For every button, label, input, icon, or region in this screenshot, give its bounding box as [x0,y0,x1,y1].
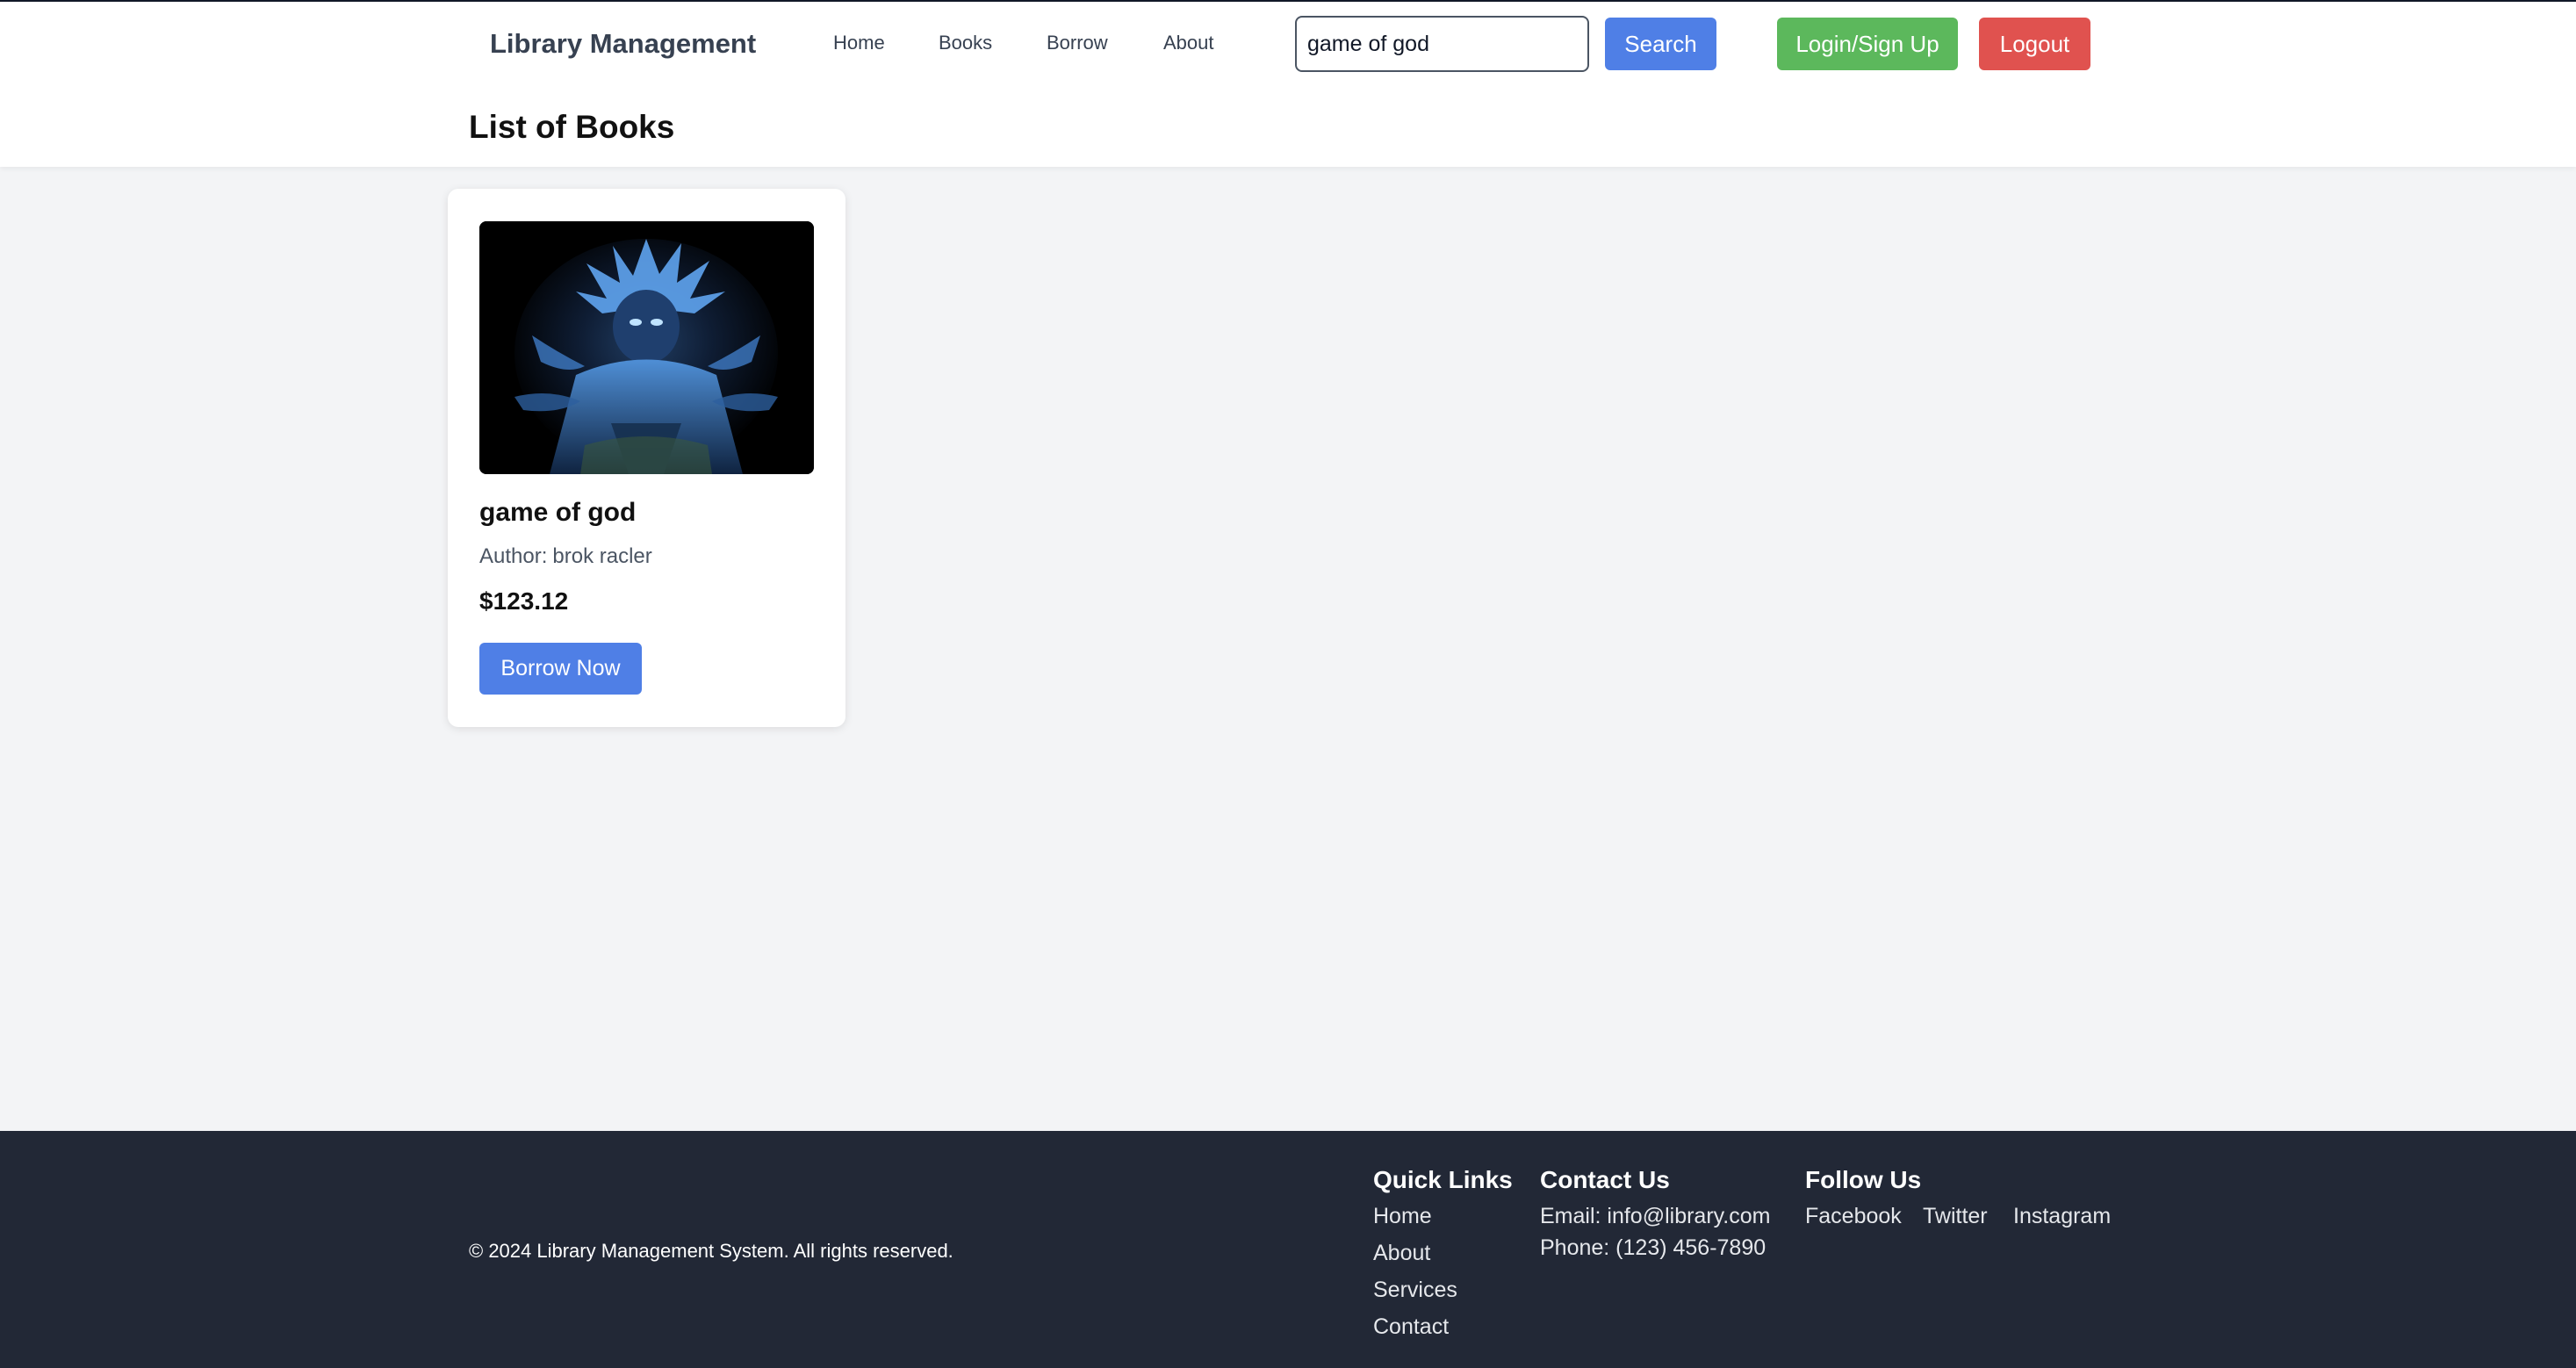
book-price: $123.12 [479,587,569,615]
contact-email: Email: info@library.com [1540,1204,1771,1228]
brand-title: Library Management [490,28,757,59]
page-title: List of Books [469,109,675,145]
top-navbar: Library Management Home Books Borrow Abo… [0,0,2576,167]
nav-books[interactable]: Books [939,32,992,54]
footer-link-home[interactable]: Home [1373,1204,1432,1229]
contact-phone: Phone: (123) 456-7890 [1540,1235,1767,1260]
quick-links-heading: Quick Links [1373,1166,1513,1193]
book-title: game of god [479,498,637,527]
follow-us-heading: Follow Us [1805,1166,1922,1193]
footer-link-about[interactable]: About [1373,1241,1430,1266]
social-link-instagram[interactable]: Instagram [2013,1204,2111,1229]
page: Library Management Home Books Borrow Abo… [0,0,2576,1368]
footer-link-contact[interactable]: Contact [1373,1314,1449,1340]
nav-home[interactable]: Home [833,32,885,54]
book-card: game of god Author: brok racler $123.12 B… [448,189,845,727]
footer-link-services[interactable]: Services [1373,1278,1457,1303]
social-link-twitter[interactable]: Twitter [1923,1204,1988,1229]
login-signup-button[interactable]: Login/Sign Up [1777,18,1958,70]
search-input[interactable] [1295,16,1589,72]
copyright-text: © 2024 Library Management System. All ri… [469,1240,953,1262]
book-cover-image [479,221,814,474]
author-label: Author: [479,544,548,568]
logout-button[interactable]: Logout [1979,18,2090,70]
search-button[interactable]: Search [1605,18,1716,70]
social-link-facebook[interactable]: Facebook [1805,1204,1902,1229]
book-author: Author: brok racler [479,544,652,569]
nav-borrow[interactable]: Borrow [1047,32,1108,54]
author-name: brok racler [552,544,652,568]
borrow-now-button[interactable]: Borrow Now [479,643,642,695]
anime-character-illustration [479,221,814,474]
nav-about[interactable]: About [1163,32,1214,54]
contact-us-heading: Contact Us [1540,1166,1670,1193]
footer: © 2024 Library Management System. All ri… [0,1131,2576,1368]
